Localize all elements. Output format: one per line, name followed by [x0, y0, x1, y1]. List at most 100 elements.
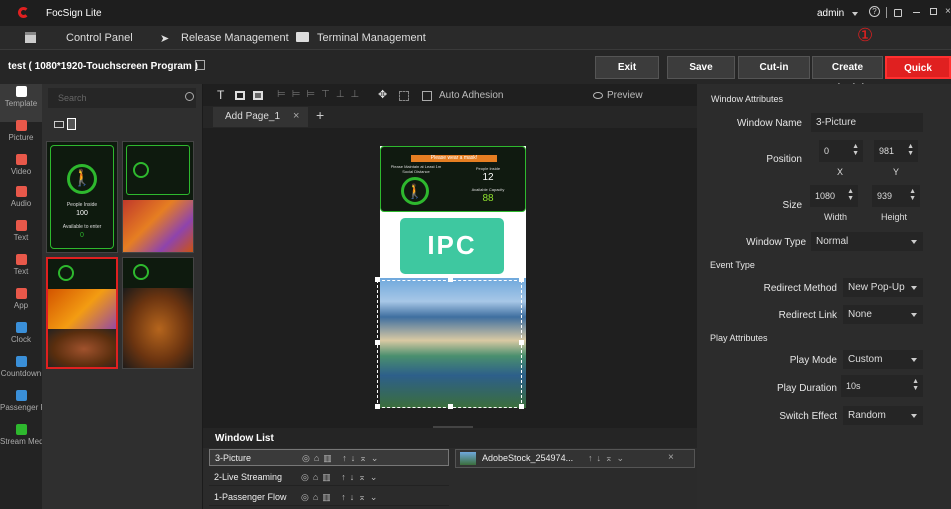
rail-text-2[interactable]: Text [0, 252, 42, 290]
template-thumbnail[interactable] [122, 141, 194, 253]
rail-picture[interactable]: Picture [0, 118, 42, 156]
resize-handle[interactable] [375, 340, 380, 345]
lock-icon[interactable] [894, 9, 902, 17]
tab-add-page-1[interactable]: Add Page_1 × [213, 107, 308, 127]
title-bar: FocSign Lite admin ? × [0, 0, 951, 26]
resize-handle[interactable] [448, 404, 453, 409]
position-x-stepper[interactable]: 0 ▲ ▼ [819, 140, 863, 162]
restore-icon[interactable] [930, 8, 937, 15]
text-tool-icon[interactable]: T [217, 88, 224, 102]
send-icon[interactable]: ➤ [160, 32, 169, 45]
stepper-arrows-icon[interactable]: ▲ ▼ [852, 143, 859, 157]
preview-icon[interactable] [593, 92, 603, 99]
minimize-icon[interactable] [913, 12, 920, 13]
cut-in-program-button[interactable]: Cut-in Program [738, 56, 810, 94]
thumbnail-image [48, 329, 116, 367]
play-duration-label: Play Duration [776, 383, 837, 394]
resize-handle[interactable] [448, 277, 453, 282]
stepper-arrows-icon[interactable]: ▲ ▼ [912, 378, 919, 392]
stepper-arrows-icon[interactable]: ▲ ▼ [907, 143, 914, 157]
search-icon[interactable] [185, 92, 194, 101]
control-panel-icon[interactable] [25, 32, 36, 43]
redirect-link-dropdown[interactable]: None [843, 305, 923, 324]
user-name[interactable]: admin [817, 8, 844, 19]
capacity-value: 88 [482, 193, 494, 204]
rail-app[interactable]: App [0, 286, 42, 324]
stream-media-icon [15, 424, 27, 435]
create-schedule-button[interactable]: Create Schedule [812, 56, 883, 94]
resize-handle[interactable] [519, 340, 524, 345]
ipc-text: IPC [427, 230, 477, 260]
preview-button[interactable]: Preview [607, 90, 643, 101]
rail-countdown[interactable]: Countdown [0, 354, 42, 392]
rail-text[interactable]: Text [0, 218, 42, 256]
user-menu-chevron-icon[interactable] [852, 12, 858, 16]
help-icon[interactable]: ? [869, 6, 880, 17]
search-input[interactable]: Search [48, 88, 196, 108]
template-thumbnail[interactable]: 🚶 People Inside 100 Available to enter 0 [46, 141, 118, 253]
media-remove-icon[interactable]: × [668, 452, 674, 463]
save-button[interactable]: Save [667, 56, 735, 79]
frame-tool-icon[interactable] [235, 91, 245, 100]
edit-icon[interactable] [195, 60, 205, 70]
portrait-filter-icon[interactable] [67, 118, 76, 130]
exit-button[interactable]: Exit [595, 56, 659, 79]
top-window[interactable]: Please wear a mask! Please Maintain at L… [380, 146, 526, 212]
align-icons[interactable]: ⊨⊨⊨⊤⊥⊥ [277, 89, 365, 100]
media-order-icons[interactable]: ↑↓⌅⌄ [588, 453, 628, 464]
switch-effect-dropdown[interactable]: Random [843, 406, 923, 425]
switch-effect-label: Switch Effect [779, 411, 837, 422]
people-inside-value: 12 [482, 172, 494, 183]
resize-handle[interactable] [519, 404, 524, 409]
height-stepper[interactable]: 939 ▲ ▼ [872, 185, 920, 207]
landscape-filter-icon[interactable] [54, 121, 64, 128]
walk-icon: 🚶 [67, 164, 97, 194]
fit-icon[interactable] [399, 91, 409, 101]
ipc-image[interactable]: IPC [380, 214, 526, 278]
close-icon[interactable]: × [945, 6, 951, 17]
template-thumbnail[interactable] [122, 257, 194, 369]
media-item-row[interactable]: AdobeStock_254974... ↑↓⌅⌄ × [455, 449, 695, 468]
tab-close-icon[interactable]: × [293, 110, 299, 122]
walk-icon: 🚶 [401, 177, 429, 205]
media-name: AdobeStock_254974... [482, 453, 574, 463]
position-y-stepper[interactable]: 981 ▲ ▼ [874, 140, 918, 162]
quick-release-button[interactable]: Quick Release [885, 56, 951, 95]
row-action-icons[interactable]: ◎⌂▥ ↑↓⌅⌄ [302, 450, 382, 467]
auto-adhesion-checkbox[interactable] [422, 91, 432, 101]
resize-handle[interactable] [375, 277, 380, 282]
play-duration-stepper[interactable]: 10s ▲ ▼ [841, 375, 923, 397]
window-list-row[interactable]: 1-Passenger Flow ◎⌂▥ ↑↓⌅⌄ [209, 489, 449, 506]
window-tool-icon[interactable] [253, 91, 263, 100]
resize-handle[interactable] [519, 277, 524, 282]
program-canvas[interactable]: Please wear a mask! Please Maintain at L… [375, 146, 526, 409]
rail-clock[interactable]: Clock [0, 320, 42, 358]
resize-handle[interactable] [375, 404, 380, 409]
template-thumbnail-selected[interactable] [46, 257, 118, 369]
redirect-method-dropdown[interactable]: New Pop-Up [843, 278, 923, 297]
nav-terminal-management[interactable]: Terminal Management [317, 32, 426, 44]
template-panel: Search 🚶 People Inside 100 Available to … [42, 84, 203, 509]
row-action-icons[interactable]: ◎⌂▥ ↑↓⌅⌄ [301, 489, 381, 506]
window-list-row[interactable]: 2-Live Streaming ◎⌂▥ ↑↓⌅⌄ [209, 469, 449, 486]
center-icon[interactable]: ✥ [378, 88, 387, 101]
rail-audio[interactable]: Audio [0, 184, 42, 222]
row-action-icons[interactable]: ◎⌂▥ ↑↓⌅⌄ [301, 469, 381, 486]
window-list-row[interactable]: 3-Picture ◎⌂▥ ↑↓⌅⌄ [209, 449, 449, 466]
nav-release-management[interactable]: Release Management [181, 32, 289, 44]
rail-template[interactable]: Template [0, 84, 42, 122]
rail-stream-media[interactable]: Stream Med [0, 422, 42, 460]
stepper-arrows-icon[interactable]: ▲ ▼ [847, 188, 854, 202]
template-icon [15, 86, 27, 97]
window-type-dropdown[interactable]: Normal [811, 232, 923, 251]
divider [886, 7, 887, 18]
play-mode-dropdown[interactable]: Custom [843, 350, 923, 369]
stepper-arrows-icon[interactable]: ▲ ▼ [909, 188, 916, 202]
window-name-field[interactable]: 3-Picture [811, 113, 923, 132]
add-page-icon[interactable]: + [316, 107, 324, 123]
monitor-icon[interactable] [296, 32, 309, 42]
width-stepper[interactable]: 1080 ▲ ▼ [810, 185, 858, 207]
row-name: 2-Live Streaming [214, 472, 283, 482]
nav-control-panel[interactable]: Control Panel [66, 32, 133, 44]
rail-passenger-flow[interactable]: Passenger Fl [0, 388, 42, 426]
